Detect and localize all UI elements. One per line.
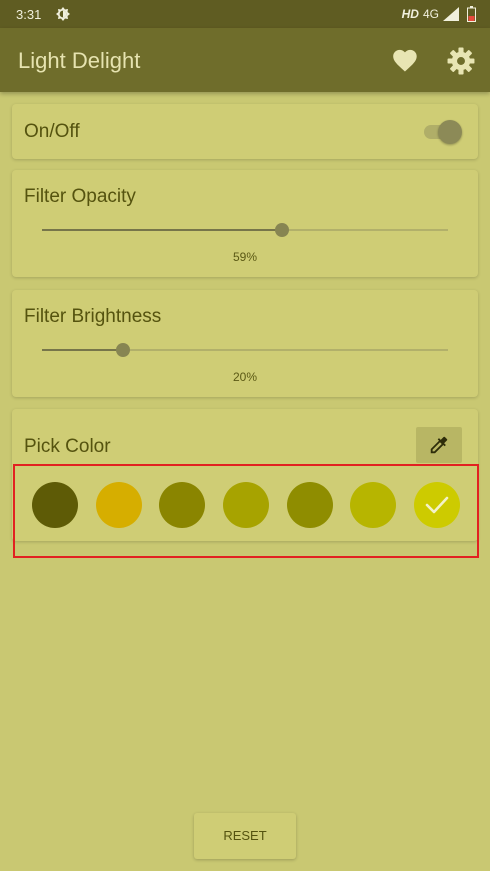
opacity-card: Filter Opacity 59% (12, 170, 478, 277)
brightness-slider-thumb[interactable] (116, 343, 131, 357)
network-label: 4G (422, 7, 439, 21)
opacity-slider[interactable] (42, 223, 448, 237)
brightness-label: Filter Brightness (24, 306, 162, 327)
app-title: Light Delight (18, 48, 141, 73)
brightness-card: Filter Brightness 20% (12, 290, 478, 397)
opacity-label: Filter Opacity (24, 186, 136, 207)
on-off-label: On/Off (24, 121, 80, 142)
gear-icon (447, 47, 475, 75)
status-time: 3:31 (16, 7, 42, 22)
battery-icon (467, 6, 476, 22)
brightness-icon (56, 7, 70, 21)
on-off-toggle-thumb[interactable] (438, 120, 462, 144)
status-bar: 3:31 HD 4G (0, 0, 490, 28)
app-bar: Light Delight (0, 28, 490, 92)
eyedropper-icon (430, 436, 448, 454)
on-off-card: On/Off (12, 104, 478, 159)
brightness-value: 20% (232, 370, 258, 384)
hd-label: HD (401, 7, 419, 21)
signal-icon (443, 7, 459, 21)
opacity-slider-fill (42, 229, 282, 231)
status-indicators: HD 4G (402, 6, 476, 22)
pick-color-label: Pick Color (24, 436, 111, 457)
brightness-slider-fill (42, 349, 124, 351)
favorite-button[interactable] (388, 44, 422, 78)
opacity-slider-thumb[interactable] (274, 223, 289, 237)
settings-button[interactable] (444, 44, 478, 78)
brightness-slider[interactable] (42, 343, 448, 357)
highlight-box (13, 464, 479, 558)
heart-icon (393, 49, 417, 72)
eyedropper-button[interactable] (416, 427, 462, 463)
reset-button[interactable]: RESET (194, 813, 296, 859)
opacity-value: 59% (232, 250, 258, 264)
